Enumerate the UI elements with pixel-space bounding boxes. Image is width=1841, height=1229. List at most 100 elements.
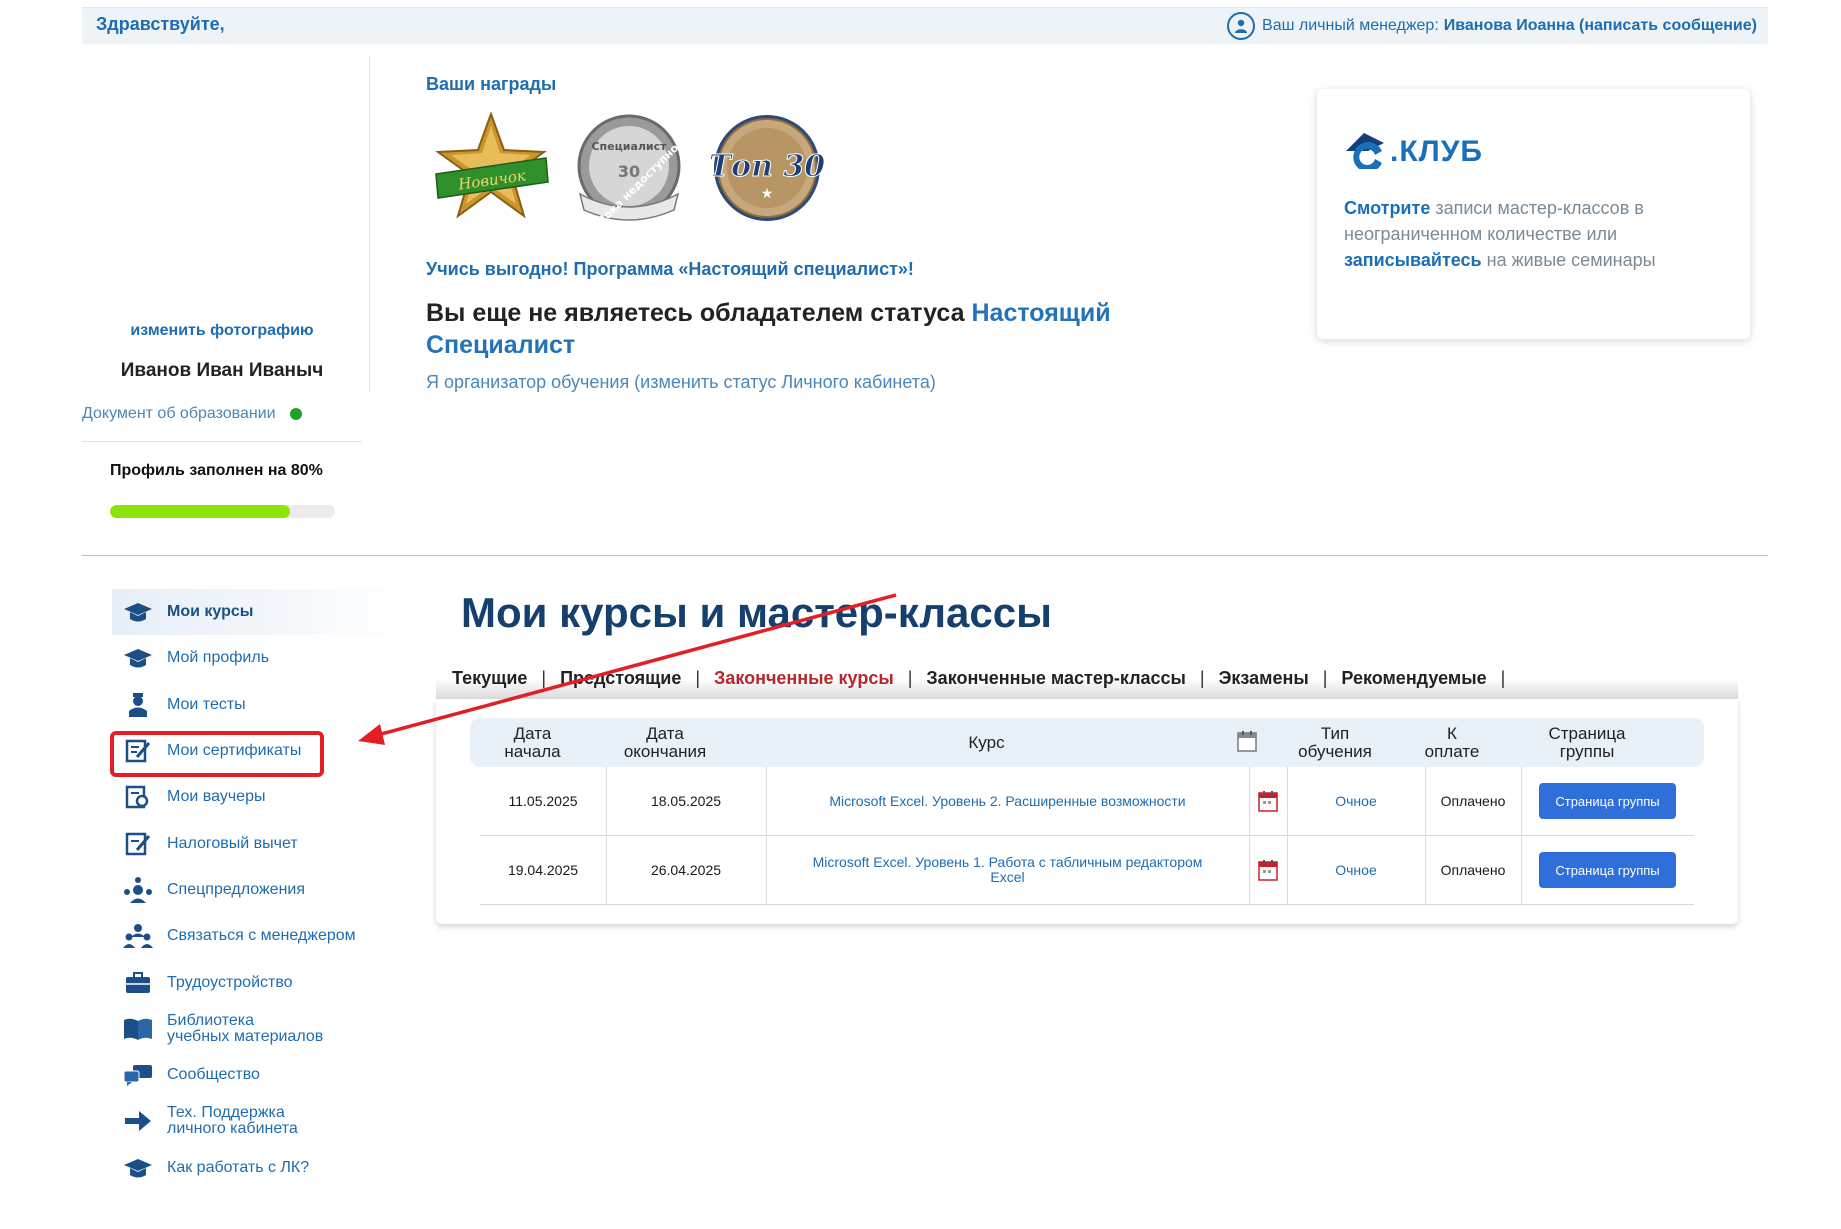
annotation-arrow-icon [358,593,897,745]
student-icon [122,692,154,718]
calendar-icon[interactable] [1249,836,1287,904]
user-name: Иванов Иван Иваныч [120,360,324,381]
manager-info: Ваш личный менеджер: Иванова Иоанна (нап… [1227,12,1757,40]
people-icon [122,923,154,949]
sidebar-item-label: Спецпредложения [167,880,305,898]
profile-divider [369,56,370,392]
graduation-cap-icon [122,599,154,625]
greeting: Здравствуйте, [96,14,225,34]
arrow-right-icon [122,1108,154,1134]
club-card[interactable]: .КЛУБ Смотрите записи мастер-классов в н… [1317,89,1750,339]
club-logo: .КЛУБ [1344,129,1483,169]
club-watch-link[interactable]: Смотрите [1344,198,1430,218]
manager-label: Ваш личный менеджер: [1262,17,1439,34]
tab-separator: | [1199,668,1205,688]
col-type-2: обучения [1298,741,1372,761]
awards-badges: Новичок Специалист 30 Пока недоступно То… [432,112,826,224]
organizer-status-link[interactable]: Я организатор обучения (изменить статус … [426,372,936,393]
col-payment: Коплате [1404,718,1500,767]
sidebar-item-label: Как работать с ЛК? [167,1158,310,1176]
tab-exams[interactable]: Экзамены [1219,668,1309,689]
status-prefix: Вы еще не являетесь обладателем статуса [426,299,972,327]
tax-icon [122,831,154,857]
col-pay-1: К [1447,723,1457,743]
calendar-header-icon [1237,730,1257,756]
sidebar-item-community[interactable]: Сообщество [112,1052,412,1098]
sidebar-item-contact-manager[interactable]: Связаться с менеджером [112,913,412,959]
section-separator [82,555,1768,556]
sidebar-item-tax-deduction[interactable]: Налоговый вычет [112,820,412,866]
chat-icon [122,1062,154,1088]
manager-name-link[interactable]: Иванова Иоанна (написать сообщение) [1444,17,1757,35]
change-photo-link[interactable]: изменить фотографию [82,322,362,340]
study-type: Очное [1335,862,1377,878]
svg-text:★: ★ [761,186,774,202]
club-description: Смотрите записи мастер-классов в неогран… [1344,195,1734,273]
status-message: Вы еще не являетесь обладателем статуса … [426,297,1216,361]
user-circle-icon [1227,12,1256,40]
tab-separator: | [1322,668,1328,688]
study-type: Очное [1335,793,1377,809]
graduation-cap-icon [122,1155,154,1181]
start-date: 19.04.2025 [507,862,579,878]
graduation-cap-icon [122,645,154,671]
group-page-cell: Страница группы [1521,767,1694,835]
club-logo-icon [1346,133,1384,169]
sidebar-item-how-to-use[interactable]: Как работать с ЛК? [112,1145,412,1191]
calendar-icon[interactable] [1249,767,1287,835]
specialist-badge-icon[interactable]: Специалист 30 Пока недоступно [570,112,688,224]
sidebar-item-label: Мой профиль [167,649,270,667]
sidebar-item-library[interactable]: Библиотека учебных материалов [112,1006,412,1052]
sidebar-item-my-vouchers[interactable]: Мои ваучеры [112,774,412,820]
payment-status: Оплачено [1440,862,1506,878]
sidebar-item-label: Тех. Поддержка личного кабинета [167,1105,298,1137]
course-name-cell: Microsoft Excel. Уровень 2. Расширенные … [766,767,1249,835]
voucher-icon [122,784,154,810]
svg-text:Специалист: Специалист [591,140,667,153]
col-type: Тип обучения [1266,718,1404,767]
star-badge-icon[interactable]: Новичок [432,112,550,224]
course-name-cell: Microsoft Excel. Уровень 1. Работа с таб… [766,836,1249,904]
support-label-1: Тех. Поддержка [167,1104,285,1122]
group-page-button[interactable]: Страница группы [1539,783,1676,819]
offers-icon [122,876,154,903]
col-calendar [1228,718,1266,767]
sidebar-item-tech-support[interactable]: Тех. Поддержка личного кабинета [112,1098,412,1144]
sidebar-item-label: Мои ваучеры [167,788,266,806]
course-link[interactable]: Microsoft Excel. Уровень 1. Работа с таб… [813,855,1203,885]
svg-text:Топ 30: Топ 30 [709,149,825,184]
profile-progress-fill [110,505,290,518]
tab-finished-masterclasses[interactable]: Законченные мастер-классы [926,668,1186,689]
end-date: 26.04.2025 [650,862,722,878]
sidebar-item-label: Сообщество [167,1066,260,1084]
sidebar-item-employment[interactable]: Трудоустройство [112,959,412,1005]
club-text-2: на живые семинары [1481,250,1656,270]
education-document-link[interactable]: Документ об образовании [82,405,302,423]
sidebar-item-label: Трудоустройство [167,973,293,991]
library-label-2: учебных материалов [167,1027,324,1045]
profile-progress-bar [110,505,335,518]
education-document-label: Документ об образовании [82,405,276,422]
col-pay-2: оплате [1424,741,1480,761]
status-dot-icon [289,408,302,420]
col-group-1: Страница [1548,723,1626,743]
tab-recommended[interactable]: Рекомендуемые [1341,668,1486,689]
support-label-2: личного кабинета [167,1120,298,1138]
program-promo-link[interactable]: Учись выгодно! Программа «Настоящий спец… [426,259,914,280]
group-page-cell: Страница группы [1521,836,1694,904]
highlight-box [110,731,324,777]
group-page-button[interactable]: Страница группы [1539,852,1676,888]
library-label-1: Библиотека [167,1011,254,1029]
sidebar-item-special-offers[interactable]: Спецпредложения [112,867,412,913]
club-name: .КЛУБ [1390,135,1483,168]
sidebar-item-label: Связаться с менеджером [167,927,356,945]
top30-badge-icon[interactable]: Топ 30 ★ [708,112,826,224]
course-title: Microsoft Excel. Уровень 2. Расширенные … [829,792,1186,809]
col-group-2: группы [1559,741,1615,761]
awards-title: Ваши награды [426,74,557,94]
course-link[interactable]: Microsoft Excel. Уровень 2. Расширенные … [829,792,1186,809]
club-register-link[interactable]: записывайтесь [1344,250,1482,270]
briefcase-icon [122,970,154,996]
table-row: 19.04.2025 26.04.2025 Microsoft Excel. У… [480,836,1694,905]
col-group-page: Страница группы [1500,718,1674,767]
